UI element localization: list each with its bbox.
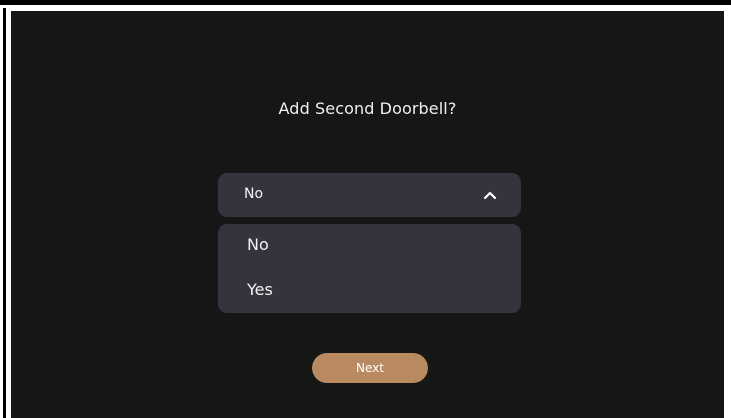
chevron-up-icon [482,188,498,202]
option-label: Yes [247,280,273,299]
setup-screen: Add Second Doorbell? No No Yes Next [11,11,724,418]
option-no[interactable]: No [218,225,521,269]
next-button[interactable]: Next [312,353,428,383]
option-label: No [247,235,269,254]
doorbell-select-value: No [244,186,264,202]
screenshot-frame: Add Second Doorbell? No No Yes Next [0,0,731,418]
doorbell-select[interactable]: No [218,173,521,217]
left-border [3,8,6,418]
page-title: Add Second Doorbell? [278,99,457,118]
top-border [0,0,731,5]
option-yes[interactable]: Yes [218,270,521,314]
doorbell-options-menu: No Yes [218,224,521,313]
